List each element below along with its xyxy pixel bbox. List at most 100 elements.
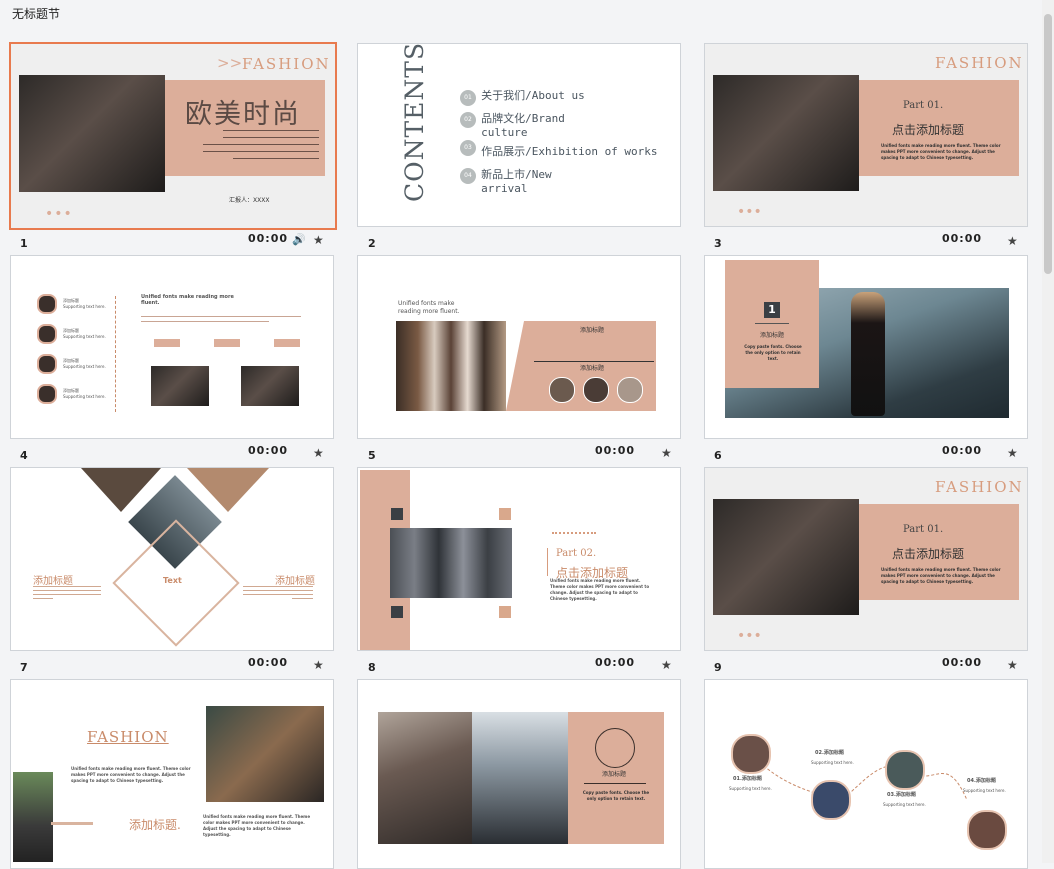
slide5-thumb-3 (617, 377, 643, 403)
slide-thumbnail-7[interactable]: Text 添加标题 添加标题 (10, 467, 334, 651)
animation-star-icon[interactable]: ★ (661, 658, 672, 672)
slide4-circle-icon (37, 354, 57, 374)
slide-time-1: 00:00 (248, 232, 289, 245)
slide12-circle-4 (967, 810, 1007, 850)
slide1-fashion: FASHION (242, 55, 331, 73)
slide4-tag-2 (214, 339, 240, 347)
slide-number-6: 6 (714, 449, 722, 462)
slide10-title: 添加标题. (129, 818, 181, 832)
slide4-circle-icon (37, 294, 57, 314)
slide3-body: Unified fonts make reading more fluent. … (881, 143, 1001, 160)
slide4-circle-icon (37, 324, 57, 344)
slide1-chevron-icon: >> (217, 54, 243, 72)
slide3-fashion: FASHION (935, 54, 1024, 72)
slide10-photo-right (206, 706, 324, 802)
audio-icon[interactable]: 🔊 (292, 233, 306, 246)
slide7-center: Text (163, 576, 182, 585)
slide2-item-1: 01 关于我们/About us (460, 84, 585, 106)
slide4-photo-1 (151, 366, 209, 406)
slide11-circle-icon (595, 728, 635, 768)
slide11-photo-1 (378, 712, 472, 844)
slide2-item-4: 04 新品上市/New arrival (460, 168, 660, 196)
slide-thumbnail-12[interactable]: 01.添加标题 Supporting text here. 02.添加标题 Su… (704, 679, 1028, 869)
slide-thumbnail-10[interactable]: FASHION Unified fonts make reading more … (10, 679, 334, 869)
slide-thumbnail-3[interactable]: FASHION Part 01. 点击添加标题 Unified fonts ma… (704, 43, 1028, 227)
animation-star-icon[interactable]: ★ (1007, 446, 1018, 460)
slide1-title: 欧美时尚 (185, 99, 301, 130)
slide3-title: 点击添加标题 (892, 123, 965, 137)
slide-time-3: 00:00 (942, 232, 983, 245)
slide9-part: Part 01. (903, 524, 944, 535)
slide10-body: Unified fonts make reading more fluent. … (71, 766, 191, 783)
slide2-item-3: 03 作品展示/Exhibition of works (460, 140, 680, 159)
slide-thumbnail-8[interactable]: Part 02. 点击添加标题 Unified fonts make readi… (357, 467, 681, 651)
section-title[interactable]: 无标题节 (12, 5, 60, 22)
slide8-part: Part 02. (556, 548, 597, 559)
slide4-body-lines (141, 316, 301, 322)
slide4-heading: Unified fonts make reading more fluent. (141, 294, 234, 306)
slide12-label-4: 04.添加标题 (967, 778, 996, 784)
slide9-body: Unified fonts make reading more fluent. … (881, 567, 1001, 584)
slide8-wave (552, 526, 596, 534)
slide12-sub-3: Supporting text here. (883, 802, 926, 807)
slide5-thumb-2 (583, 377, 609, 403)
slide12-label-3: 03.添加标题 (887, 792, 916, 798)
slide-time-8: 00:00 (595, 656, 636, 669)
slide-number-2: 2 (368, 237, 376, 250)
slide8-square-4 (499, 606, 511, 618)
slide5-title-2: 添加标题 (580, 365, 605, 372)
slide7-right-lines (243, 586, 313, 599)
slide-thumbnail-11[interactable]: 添加标题 Copy paste fonts. Choose the only o… (357, 679, 681, 869)
slide-time-4: 00:00 (248, 444, 289, 457)
slide-thumbnail-6[interactable]: 1 添加标题 Copy paste fonts. Choose the only… (704, 255, 1028, 439)
slide3-photo (713, 75, 859, 191)
slide4-divider (115, 296, 116, 412)
slide12-circle-3 (885, 750, 925, 790)
slide12-sub-2: Supporting text here. (811, 760, 854, 765)
slide1-body-lines (203, 128, 319, 159)
slide-thumbnail-2[interactable]: CONTENTS 01 关于我们/About us 02 品牌文化/Brand … (357, 43, 681, 227)
slide7-left-title: 添加标题 (33, 576, 73, 587)
slide12-circle-2 (811, 780, 851, 820)
slide5-line (534, 361, 654, 362)
slide11-photo-2 (472, 712, 568, 844)
vertical-scrollbar[interactable] (1042, 0, 1054, 863)
animation-star-icon[interactable]: ★ (313, 446, 324, 460)
slide1-photo (19, 75, 165, 192)
slide8-square-1 (391, 508, 403, 520)
slide6-figure (851, 292, 885, 416)
slide2-item-2: 02 品牌文化/Brand culture (460, 112, 660, 140)
slide7-right-title: 添加标题 (275, 576, 315, 587)
animation-star-icon[interactable]: ★ (661, 446, 672, 460)
animation-star-icon[interactable]: ★ (313, 233, 324, 247)
slide4-tag-3 (274, 339, 300, 347)
slide-number-3: 3 (714, 237, 722, 250)
animation-star-icon[interactable]: ★ (313, 658, 324, 672)
slide8-square-2 (391, 606, 403, 618)
slide-thumbnail-4[interactable]: 添加标题 Supporting text here. 添加标题 Supporting… (10, 255, 334, 439)
slide9-title: 点击添加标题 (892, 547, 965, 561)
animation-star-icon[interactable]: ★ (1007, 234, 1018, 248)
slide8-body: Unified fonts make reading more fluent. … (550, 578, 650, 601)
slide-thumbnail-5[interactable]: Unified fonts make reading more fluent. … (357, 255, 681, 439)
slide8-vline (547, 548, 548, 576)
slide-time-6: 00:00 (942, 444, 983, 457)
slide-number-9: 9 (714, 661, 722, 674)
slide5-photo (396, 321, 506, 411)
slide9-dots: ••• (737, 628, 762, 644)
slide12-sub-4: Supporting text here. (963, 788, 1006, 793)
slide11-line (584, 783, 646, 784)
slide10-photo-left (13, 772, 53, 862)
slide-number-1: 1 (20, 237, 28, 250)
slide8-photo (390, 528, 512, 598)
slide5-heading: Unified fonts make reading more fluent. (398, 300, 460, 315)
slide3-part: Part 01. (903, 100, 944, 111)
slide8-square-3 (499, 508, 511, 520)
slide-number-4: 4 (20, 449, 28, 462)
slide-thumbnail-9[interactable]: FASHION Part 01. 点击添加标题 Unified fonts ma… (704, 467, 1028, 651)
slide10-fashion: FASHION (87, 728, 169, 746)
slide-thumbnail-1[interactable]: >> FASHION 欧美时尚 汇报人：XXXX ••• (9, 42, 337, 230)
animation-star-icon[interactable]: ★ (1007, 658, 1018, 672)
scrollbar-thumb[interactable] (1044, 14, 1052, 274)
slide12-label-1: 01.添加标题 (733, 776, 762, 782)
